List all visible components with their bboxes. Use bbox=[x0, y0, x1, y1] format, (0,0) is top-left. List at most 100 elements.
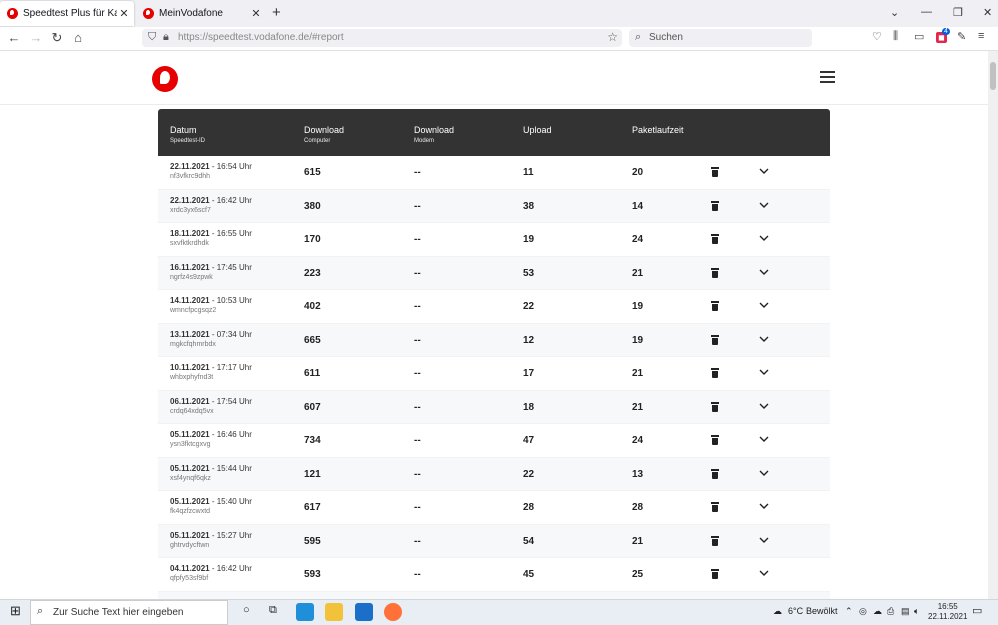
tray-app-icon[interactable]: ◎ bbox=[859, 606, 867, 617]
table-row[interactable]: 10.11.2021 - 17:17 Uhr whbxphyfnd3t 611 -- 1… bbox=[158, 357, 830, 391]
table-row[interactable]: 14.11.2021 - 10:53 Uhr wmncfpcgsqz2 402 -- 2… bbox=[158, 290, 830, 324]
row-date: 22.11.2021 bbox=[170, 195, 210, 205]
store-icon[interactable] bbox=[355, 603, 373, 621]
taskbar-clock[interactable]: 16:55 22.11.2021 bbox=[928, 602, 967, 622]
row-download-modem: -- bbox=[414, 234, 421, 245]
row-time: - 15:27 Uhr bbox=[209, 530, 252, 540]
list-tabs-icon[interactable]: ⌄ bbox=[890, 6, 899, 19]
table-row[interactable]: 18.11.2021 - 16:55 Uhr sxvfktkrdhdk 170 -- 1… bbox=[158, 223, 830, 257]
chevron-down-icon[interactable] bbox=[759, 233, 769, 243]
chevron-down-icon[interactable] bbox=[759, 568, 769, 578]
network-icon[interactable]: ▤ bbox=[901, 606, 910, 617]
hamburger-menu-icon[interactable] bbox=[820, 71, 835, 83]
delete-trash-icon[interactable] bbox=[711, 468, 719, 479]
delete-trash-icon[interactable] bbox=[711, 368, 719, 378]
delete-trash-icon[interactable] bbox=[711, 234, 719, 244]
forward-icon[interactable]: → bbox=[28, 30, 44, 45]
file-explorer-icon[interactable] bbox=[325, 603, 343, 621]
row-download-computer: 223 bbox=[304, 267, 321, 279]
chevron-down-icon[interactable] bbox=[759, 401, 769, 411]
chevron-down-icon[interactable] bbox=[759, 434, 769, 444]
cloud-icon[interactable]: ☁ bbox=[873, 606, 882, 617]
back-icon[interactable]: ← bbox=[6, 30, 22, 45]
close-tab-icon[interactable]: ✕ bbox=[249, 7, 263, 20]
delete-trash-icon[interactable] bbox=[711, 267, 719, 278]
search-input[interactable]: ⌕ Suchen bbox=[629, 29, 812, 47]
delete-trash-icon[interactable] bbox=[711, 301, 719, 311]
chevron-down-icon[interactable] bbox=[759, 501, 769, 511]
library-icon[interactable]: ⫼ bbox=[893, 30, 898, 43]
row-speedtest-id: crdq64xdq5vx bbox=[170, 407, 214, 415]
close-tab-icon[interactable]: ✕ bbox=[117, 7, 131, 20]
taskbar-search-input[interactable]: ⌕ Zur Suche Text hier eingeben bbox=[30, 600, 228, 625]
table-row[interactable]: 22.11.2021 - 16:42 Uhr xrdc3yx6scf7 380 -- 3… bbox=[158, 189, 830, 223]
window-close-icon[interactable]: ✕ bbox=[983, 6, 992, 19]
row-speedtest-id: ysn3fktcgxvg bbox=[170, 441, 211, 448]
row-latency: 21 bbox=[632, 535, 644, 547]
delete-trash-icon[interactable] bbox=[711, 200, 719, 211]
row-date: 05.11.2021 bbox=[170, 463, 210, 473]
table-row[interactable]: 06.11.2021 - 17:54 Uhr crdq64xdq5vx 607 -- 1… bbox=[158, 390, 830, 424]
weather-temp[interactable]: 6°C bbox=[788, 606, 803, 616]
delete-trash-icon[interactable] bbox=[711, 167, 719, 177]
cortana-icon[interactable]: ○ bbox=[243, 604, 250, 616]
row-latency: 20 bbox=[632, 167, 644, 178]
table-row[interactable]: 05.11.2021 - 16:46 Uhr ysn3fktcgxvg 734 -- 4… bbox=[158, 424, 830, 458]
reload-icon[interactable]: ↻ bbox=[49, 30, 65, 46]
table-row[interactable]: 02.11.2021 - 17:14 Uhrhx5vmfvrcn8627--57… bbox=[158, 591, 830, 599]
table-row[interactable]: 05.11.2021 - 15:40 Uhr fk4qzfzcwxtd 617 -- 2… bbox=[158, 491, 830, 525]
tab-meinvodafone[interactable]: MeinVodafone ✕ bbox=[136, 1, 266, 26]
windows-start-icon[interactable]: ⊞ bbox=[10, 603, 21, 619]
edge-icon[interactable] bbox=[296, 603, 314, 621]
menu-icon[interactable]: ≡ bbox=[978, 30, 984, 42]
shield-icon[interactable]: ⛉ bbox=[148, 31, 156, 44]
tray-chevron-icon[interactable]: ⌃ bbox=[845, 606, 853, 617]
chevron-down-icon[interactable] bbox=[759, 166, 769, 176]
url-text[interactable]: https://speedtest.vodafone.de/#report bbox=[178, 32, 344, 43]
chevron-down-icon[interactable] bbox=[759, 334, 769, 344]
row-download-modem: -- bbox=[414, 334, 421, 346]
weather-icon[interactable]: ☁ bbox=[773, 606, 782, 617]
delete-trash-icon[interactable] bbox=[711, 569, 719, 579]
bookmark-star-icon[interactable]: ☆ bbox=[607, 30, 618, 44]
chevron-down-icon[interactable] bbox=[759, 468, 769, 478]
sidebar-icon[interactable]: ▭ bbox=[914, 30, 924, 43]
vodafone-logo-icon[interactable] bbox=[152, 66, 178, 92]
row-latency: 24 bbox=[632, 435, 644, 446]
delete-trash-icon[interactable] bbox=[711, 401, 719, 412]
delete-trash-icon[interactable] bbox=[711, 502, 719, 512]
delete-trash-icon[interactable] bbox=[711, 435, 719, 445]
restore-icon[interactable]: ❐ bbox=[953, 6, 963, 19]
chevron-down-icon[interactable] bbox=[759, 300, 769, 310]
scrollbar[interactable] bbox=[988, 51, 998, 599]
volume-icon[interactable]: 🔈︎ bbox=[914, 606, 919, 617]
lock-icon[interactable]: 🔒︎ bbox=[163, 31, 169, 44]
table-row[interactable]: 16.11.2021 - 17:45 Uhr ngrfz4s9zpwk 223 -- 5… bbox=[158, 256, 830, 290]
chevron-down-icon[interactable] bbox=[759, 367, 769, 377]
delete-trash-icon[interactable] bbox=[711, 334, 719, 345]
pocket-icon[interactable]: ♡ bbox=[872, 30, 882, 43]
minimize-icon[interactable]: — bbox=[921, 6, 932, 18]
table-row[interactable]: 05.11.2021 - 15:27 Uhr ghtrvdycftwn 595 -- 5… bbox=[158, 524, 830, 558]
tab-speedtest[interactable]: Speedtest Plus für Kabel- und D ✕ bbox=[0, 1, 134, 26]
chevron-down-icon[interactable] bbox=[759, 267, 769, 277]
row-upload: 11 bbox=[523, 167, 534, 178]
vodafone-favicon-icon bbox=[143, 8, 154, 19]
delete-trash-icon[interactable] bbox=[711, 535, 719, 546]
chevron-down-icon[interactable] bbox=[759, 200, 769, 210]
task-view-icon[interactable]: ⧉ bbox=[269, 604, 277, 617]
home-icon[interactable]: ⌂ bbox=[70, 30, 86, 45]
extension-tool-icon[interactable]: ✎ bbox=[957, 30, 966, 43]
printer-icon[interactable]: ⎙ bbox=[887, 606, 894, 617]
notification-icon[interactable]: ▭ bbox=[972, 604, 982, 617]
table-row[interactable]: 04.11.2021 - 16:42 Uhr qfpfy53sf9bf 593 -- 4… bbox=[158, 558, 830, 592]
new-tab-button[interactable]: + bbox=[272, 4, 281, 21]
table-row[interactable]: 05.11.2021 - 15:44 Uhr xsf4ynqf6qkz 121 -- 2… bbox=[158, 457, 830, 491]
firefox-icon[interactable] bbox=[384, 603, 402, 621]
weather-text[interactable]: Bewölkt bbox=[806, 606, 838, 616]
table-row[interactable]: 22.11.2021 - 16:54 Uhr nf3vfkrc9dhh 615 -- 1… bbox=[158, 156, 830, 190]
table-row[interactable]: 13.11.2021 - 07:34 Uhr mgkcfqhmrbdx 665 -- 1… bbox=[158, 323, 830, 357]
scrollbar-thumb[interactable] bbox=[990, 62, 996, 90]
chevron-down-icon[interactable] bbox=[759, 535, 769, 545]
url-bar[interactable]: ⛉ 🔒︎ https://speedtest.vodafone.de/#repo… bbox=[142, 29, 622, 47]
